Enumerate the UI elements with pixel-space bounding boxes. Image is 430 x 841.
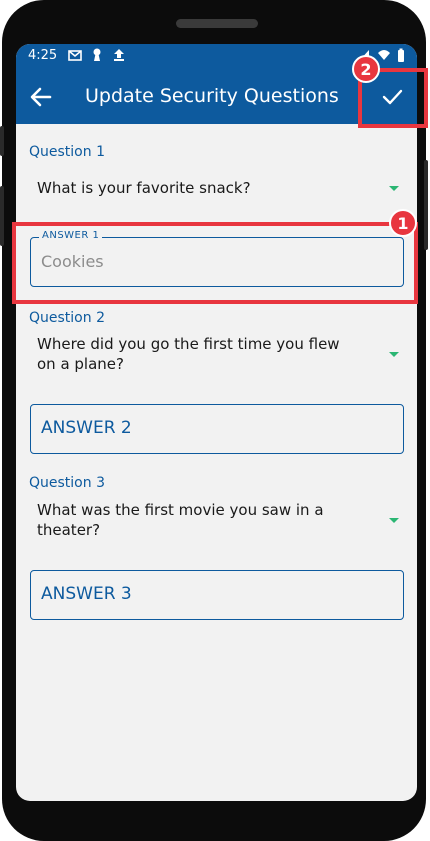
dropdown-arrow-icon bbox=[389, 518, 399, 523]
app-screen: 4:25 Update Security Questions Question … bbox=[16, 44, 417, 801]
question-2-selected: Where did you go the first time you flew… bbox=[37, 335, 340, 373]
step-badge-1: 1 bbox=[389, 209, 417, 237]
phone-side-button bbox=[0, 126, 4, 156]
question-3-label: Question 3 bbox=[29, 475, 105, 491]
back-arrow-icon[interactable] bbox=[26, 82, 56, 112]
page-title: Update Security Questions bbox=[85, 85, 339, 107]
dropdown-arrow-icon bbox=[389, 352, 399, 357]
phone-volume-button bbox=[0, 186, 4, 246]
step-badge-2: 2 bbox=[352, 55, 380, 83]
answer-3-field[interactable]: ANSWER 3 bbox=[30, 570, 404, 620]
question-1-label: Question 1 bbox=[29, 144, 105, 160]
phone-power-button bbox=[424, 160, 428, 250]
wifi-icon bbox=[378, 50, 390, 60]
upload-icon bbox=[114, 49, 124, 61]
highlight-answer-1 bbox=[12, 222, 418, 304]
question-3-selected: What was the first movie you saw in a th… bbox=[37, 501, 324, 539]
mail-icon bbox=[68, 50, 82, 61]
keyhole-icon bbox=[93, 48, 101, 61]
battery-icon bbox=[398, 48, 404, 62]
question-2-label: Question 2 bbox=[29, 310, 105, 326]
status-time: 4:25 bbox=[28, 48, 58, 63]
phone-speaker bbox=[176, 19, 258, 28]
dropdown-arrow-icon bbox=[389, 186, 399, 191]
answer-3-placeholder: ANSWER 3 bbox=[41, 584, 132, 604]
answer-2-placeholder: ANSWER 2 bbox=[41, 418, 132, 438]
question-1-selected: What is your favorite snack? bbox=[37, 179, 251, 197]
question-3-dropdown[interactable]: What was the first movie you saw in a th… bbox=[29, 500, 403, 542]
question-2-dropdown[interactable]: Where did you go the first time you flew… bbox=[29, 334, 403, 376]
question-1-dropdown[interactable]: What is your favorite snack? bbox=[29, 178, 403, 200]
answer-2-field[interactable]: ANSWER 2 bbox=[30, 404, 404, 454]
